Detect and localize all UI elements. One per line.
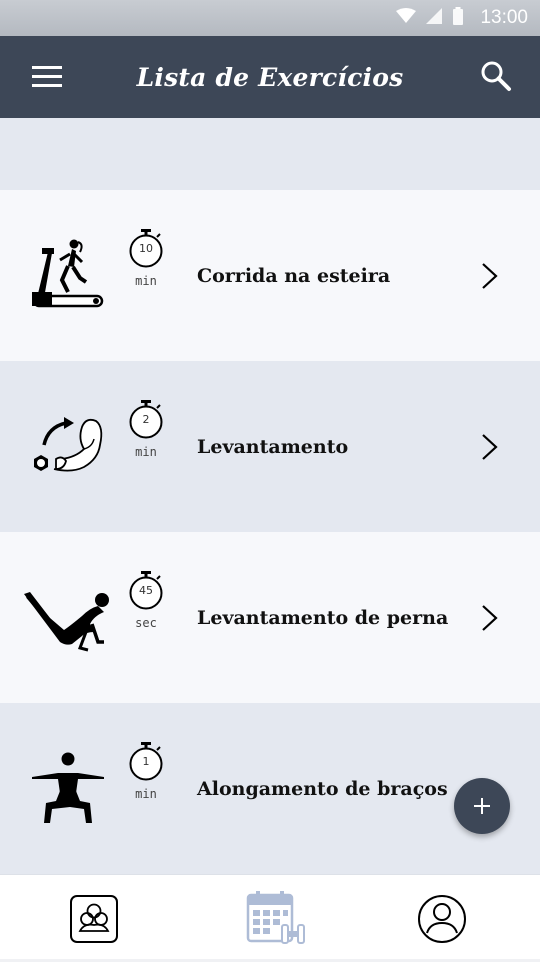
- timer-badge: 45 sec: [126, 571, 166, 642]
- nav-calendar-button[interactable]: [244, 889, 310, 949]
- timer-value: 10: [139, 242, 153, 255]
- groups-icon: [70, 895, 118, 943]
- arm-stretch-icon: [30, 747, 120, 837]
- timer-unit: sec: [135, 616, 157, 630]
- chevron-right-icon: [478, 261, 502, 291]
- list-top-spacer: [0, 118, 540, 190]
- plus-icon: [474, 798, 490, 814]
- calendar-workout-icon: [246, 891, 305, 944]
- exercise-name: Levantamento de perna: [197, 606, 449, 629]
- menu-button[interactable]: [28, 60, 68, 96]
- bicep-curl-icon: [22, 401, 112, 491]
- timer-value: 2: [142, 413, 150, 426]
- cell-signal-icon: [426, 8, 443, 28]
- page-title: Lista de Exercícios: [136, 62, 404, 92]
- exercise-name: Alongamento de braços: [197, 777, 448, 800]
- status-bar: 13:00: [0, 0, 540, 36]
- treadmill-runner-icon: [22, 230, 112, 320]
- hamburger-menu-icon: [32, 66, 62, 87]
- chevron-right-icon: [478, 603, 502, 633]
- timer-value: 1: [142, 755, 150, 768]
- search-icon: [481, 61, 511, 91]
- exercise-row-lift[interactable]: 2 min Levantamento: [0, 361, 540, 532]
- exercise-row-treadmill[interactable]: 10 min Corrida na esteira: [0, 190, 540, 361]
- timer-unit: min: [135, 274, 157, 288]
- nav-groups-button[interactable]: [66, 891, 122, 947]
- status-time: 13:00: [480, 7, 528, 28]
- timer-badge: 1 min: [126, 742, 166, 813]
- exercise-name: Levantamento: [197, 435, 349, 458]
- timer-unit: min: [135, 787, 157, 801]
- profile-icon: [418, 895, 466, 943]
- exercise-list-screen: 13:00 Lista de Exercícios 10 min Corrida…: [0, 0, 540, 962]
- chevron-right-icon: [478, 432, 502, 462]
- exercise-row-leg-raise[interactable]: 45 sec Levantamento de perna: [0, 532, 540, 703]
- timer-badge: 10 min: [126, 229, 166, 300]
- timer-badge: 2 min: [126, 400, 166, 471]
- timer-value: 45: [139, 584, 153, 597]
- battery-icon: [452, 7, 464, 29]
- wifi-icon: [396, 8, 417, 28]
- leg-raise-icon: [20, 572, 110, 662]
- app-bar: Lista de Exercícios: [0, 36, 540, 118]
- exercise-list: 10 min Corrida na esteira 2 min Levantam…: [0, 118, 540, 874]
- bottom-navigation: [0, 874, 540, 962]
- timer-unit: min: [135, 445, 157, 459]
- exercise-name: Corrida na esteira: [197, 264, 391, 287]
- nav-profile-button[interactable]: [414, 891, 470, 947]
- search-button[interactable]: [478, 58, 514, 94]
- add-exercise-button[interactable]: [454, 778, 510, 834]
